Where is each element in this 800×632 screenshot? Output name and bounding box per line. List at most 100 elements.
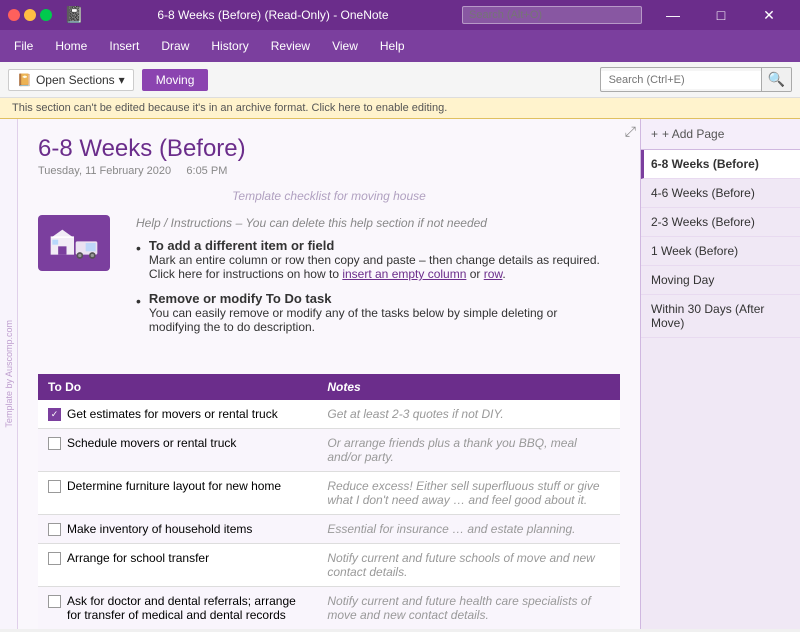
add-page-button[interactable]: + + Add Page bbox=[641, 119, 800, 150]
max-button[interactable] bbox=[40, 9, 52, 21]
warning-text: This section can't be edited because it'… bbox=[12, 102, 447, 114]
todo-checkbox[interactable] bbox=[48, 437, 61, 450]
expand-button[interactable]: ⤢ bbox=[625, 123, 636, 140]
menu-file[interactable]: File bbox=[4, 35, 43, 57]
todo-checkbox[interactable] bbox=[48, 408, 61, 421]
table-row: Schedule movers or rental truckOr arrang… bbox=[38, 429, 620, 472]
menu-draw[interactable]: Draw bbox=[151, 35, 199, 57]
sidebar-page-item[interactable]: 4-6 Weeks (Before) bbox=[641, 179, 800, 208]
bullet-icon-2: • bbox=[136, 293, 141, 334]
todo-label: Get estimates for movers or rental truck bbox=[67, 407, 278, 421]
todo-table: To Do Notes Get estimates for movers or … bbox=[38, 374, 620, 629]
add-page-label: + Add Page bbox=[662, 127, 724, 141]
content-area: ⤢ 6-8 Weeks (Before) Tuesday, 11 Februar… bbox=[18, 119, 640, 629]
insert-row-link[interactable]: row bbox=[484, 267, 503, 281]
open-sections-label: Open Sections bbox=[36, 73, 115, 87]
help-link-suffix: . bbox=[502, 267, 505, 281]
todo-cell: Schedule movers or rental truck bbox=[38, 429, 317, 472]
close-button[interactable] bbox=[8, 9, 20, 21]
todo-cell: Determine furniture layout for new home bbox=[38, 472, 317, 515]
chevron-down-icon: ▾ bbox=[119, 73, 125, 87]
help-heading-2: Remove or modify To Do task bbox=[149, 291, 332, 306]
warning-bar[interactable]: This section can't be edited because it'… bbox=[0, 98, 800, 119]
todo-checkbox[interactable] bbox=[48, 523, 61, 536]
help-item-2: • Remove or modify To Do task You can ea… bbox=[136, 291, 610, 334]
time-text: 6:05 PM bbox=[186, 165, 227, 177]
help-item-1-content: To add a different item or field Mark an… bbox=[149, 238, 600, 281]
window-controls: — □ ✕ bbox=[650, 0, 792, 30]
navbar: 📔 Open Sections ▾ Moving 🔍 bbox=[0, 62, 800, 98]
help-link-middle-1: or bbox=[466, 267, 483, 281]
window-close-button[interactable]: ✕ bbox=[746, 0, 792, 30]
todo-label: Arrange for school transfer bbox=[67, 551, 209, 565]
onenote-logo-icon: 📓 bbox=[64, 5, 84, 25]
todo-checkbox[interactable] bbox=[48, 552, 61, 565]
help-section: Help / Instructions – You can delete thi… bbox=[126, 215, 620, 344]
notes-cell: Reduce excess! Either sell superfluous s… bbox=[317, 472, 620, 515]
menu-insert[interactable]: Insert bbox=[99, 35, 149, 57]
table-row: Ask for doctor and dental referrals; arr… bbox=[38, 587, 620, 630]
watermark-text: Template by Auscomp.com bbox=[4, 320, 14, 428]
page-title: 6-8 Weeks (Before) bbox=[38, 135, 620, 163]
menu-review[interactable]: Review bbox=[261, 35, 320, 57]
table-header-notes: Notes bbox=[317, 374, 620, 400]
todo-checkbox[interactable] bbox=[48, 595, 61, 608]
table-header-todo: To Do bbox=[38, 374, 317, 400]
plus-icon: + bbox=[651, 127, 658, 141]
notes-cell: Or arrange friends plus a thank you BBQ,… bbox=[317, 429, 620, 472]
right-sidebar: + + Add Page 6-8 Weeks (Before)4-6 Weeks… bbox=[640, 119, 800, 629]
help-item-1: • To add a different item or field Mark … bbox=[136, 238, 610, 281]
notes-cell: Notify current and future schools of mov… bbox=[317, 544, 620, 587]
search-input[interactable] bbox=[601, 71, 761, 89]
table-row: Get estimates for movers or rental truck… bbox=[38, 400, 620, 429]
menu-history[interactable]: History bbox=[201, 35, 258, 57]
minimize-button[interactable]: — bbox=[650, 0, 696, 30]
menubar: File Home Insert Draw History Review Vie… bbox=[0, 30, 800, 62]
insert-column-link[interactable]: insert an empty column bbox=[342, 267, 466, 281]
help-area: Help / Instructions – You can delete thi… bbox=[38, 215, 620, 360]
sidebar-page-item[interactable]: 2-3 Weeks (Before) bbox=[641, 208, 800, 237]
sidebar-page-item[interactable]: 1 Week (Before) bbox=[641, 237, 800, 266]
bullet-icon-1: • bbox=[136, 240, 141, 281]
moving-tab[interactable]: Moving bbox=[142, 69, 209, 91]
sidebar-page-item[interactable]: Moving Day bbox=[641, 266, 800, 295]
titlebar: 📓 6-8 Weeks (Before) (Read-Only) - OneNo… bbox=[0, 0, 800, 30]
help-item-2-content: Remove or modify To Do task You can easi… bbox=[149, 291, 610, 334]
menu-help[interactable]: Help bbox=[370, 35, 415, 57]
notebook-icon: 📔 bbox=[17, 73, 32, 87]
page-list: 6-8 Weeks (Before)4-6 Weeks (Before)2-3 … bbox=[641, 150, 800, 629]
todo-cell: Get estimates for movers or rental truck bbox=[38, 400, 317, 429]
template-note: Template checklist for moving house bbox=[38, 189, 620, 203]
truck-icon-box bbox=[38, 215, 110, 271]
page-date: Tuesday, 11 February 2020 6:05 PM bbox=[38, 165, 620, 177]
table-row: Determine furniture layout for new homeR… bbox=[38, 472, 620, 515]
min-button[interactable] bbox=[24, 9, 36, 21]
navbar-search: 🔍 bbox=[600, 67, 792, 92]
help-heading-1: To add a different item or field bbox=[149, 238, 334, 253]
window-title: 6-8 Weeks (Before) (Read-Only) - OneNote bbox=[84, 8, 462, 22]
todo-cell: Ask for doctor and dental referrals; arr… bbox=[38, 587, 317, 630]
menu-view[interactable]: View bbox=[322, 35, 368, 57]
todo-cell: Make inventory of household items bbox=[38, 515, 317, 544]
help-link-prefix-1: Click here for instructions on how to bbox=[149, 267, 342, 281]
table-row: Make inventory of household itemsEssenti… bbox=[38, 515, 620, 544]
table-row: Arrange for school transfer Notify curren… bbox=[38, 544, 620, 587]
todo-cell: Arrange for school transfer bbox=[38, 544, 317, 587]
todo-checkbox[interactable] bbox=[48, 480, 61, 493]
truck-icon bbox=[49, 223, 99, 263]
sidebar-page-item[interactable]: Within 30 Days (After Move) bbox=[641, 295, 800, 338]
open-sections-button[interactable]: 📔 Open Sections ▾ bbox=[8, 69, 134, 91]
help-title: Help / Instructions – You can delete thi… bbox=[136, 215, 610, 230]
search-button[interactable]: 🔍 bbox=[761, 68, 791, 91]
menu-home[interactable]: Home bbox=[45, 35, 97, 57]
sidebar-page-item[interactable]: 6-8 Weeks (Before) bbox=[641, 150, 800, 179]
main-layout: Template by Auscomp.com ⤢ 6-8 Weeks (Bef… bbox=[0, 119, 800, 629]
maximize-button[interactable]: □ bbox=[698, 0, 744, 30]
help-subtitle: – You can delete this help section if no… bbox=[236, 216, 487, 230]
help-body-1: Mark an entire column or row then copy a… bbox=[149, 253, 600, 267]
todo-label: Make inventory of household items bbox=[67, 522, 252, 536]
help-body-2: You can easily remove or modify any of t… bbox=[149, 306, 557, 334]
help-title-text: Help / Instructions bbox=[136, 216, 232, 230]
title-search-input[interactable] bbox=[462, 6, 642, 24]
titlebar-left: 📓 bbox=[8, 5, 84, 25]
